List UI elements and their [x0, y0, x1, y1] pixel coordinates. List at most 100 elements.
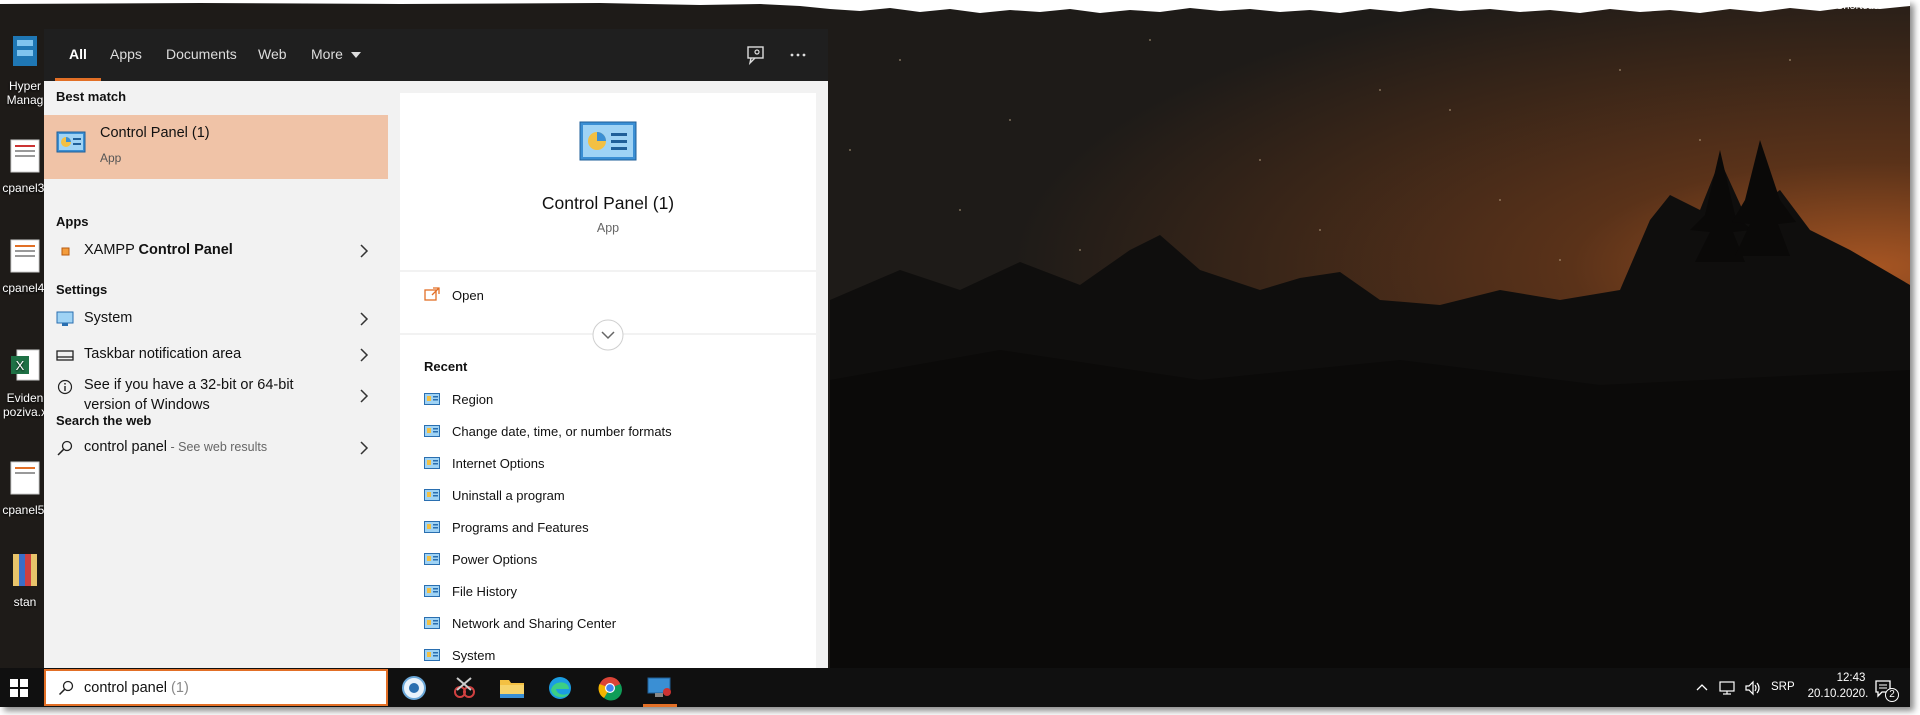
feedback-icon[interactable]: [744, 43, 768, 67]
web-heading: Search the web: [56, 413, 152, 428]
recent-item[interactable]: Region: [424, 389, 804, 415]
chevron-right-icon[interactable]: [358, 312, 370, 326]
tab-more-label: More: [311, 46, 343, 62]
recent-item[interactable]: Programs and Features: [424, 517, 804, 543]
search-icon: [57, 440, 73, 456]
control-panel-icon: [424, 521, 440, 533]
media-player-icon[interactable]: [399, 674, 429, 702]
recent-item-label: Uninstall a program: [452, 488, 565, 503]
screenshot-file-icon: [10, 139, 40, 173]
archive-file-icon: [13, 554, 37, 586]
recent-item-label: Programs and Features: [452, 520, 589, 535]
best-match-item[interactable]: Control Panel (1) App: [44, 115, 388, 179]
desktop-icon-cpanel5[interactable]: cpanel5.: [0, 458, 50, 517]
tab-documents[interactable]: Documents: [166, 29, 237, 81]
desktop-icon-cpanel4[interactable]: cpanel4.: [0, 236, 50, 295]
chevron-right-icon[interactable]: [358, 244, 370, 258]
notification-count-badge: 2: [1885, 688, 1899, 702]
remote-desktop-icon[interactable]: [645, 674, 675, 702]
desktop-icon-hyperv-manager[interactable]: Hyper Manag: [0, 34, 50, 107]
control-panel-icon: [424, 393, 440, 405]
windows-start-icon[interactable]: [10, 679, 28, 697]
tab-more[interactable]: More: [311, 29, 361, 81]
desktop-shortcut-label[interactable]: Shortcut: [1836, 0, 1877, 12]
control-panel-icon: [424, 649, 440, 661]
divider: [400, 270, 816, 272]
settings-result-system[interactable]: System: [44, 302, 388, 336]
chevron-right-icon[interactable]: [358, 441, 370, 455]
recent-item-label: File History: [452, 584, 518, 599]
control-panel-icon: [579, 121, 637, 161]
desktop-icon-label: poziva.x: [2, 405, 48, 419]
tab-all[interactable]: All: [55, 29, 101, 81]
recent-item[interactable]: Power Options: [424, 549, 804, 575]
open-icon: [424, 287, 440, 301]
settings-result-label: Taskbar notification area: [84, 346, 242, 362]
recent-item-label: Change date, time, or number formats: [452, 424, 672, 439]
network-icon[interactable]: [1718, 680, 1736, 696]
clock-time[interactable]: 12:43: [1821, 672, 1881, 684]
desktop-icon-label: Eviden: [6, 391, 44, 405]
chevron-right-icon[interactable]: [358, 389, 370, 403]
desktop-icon-cpanel3[interactable]: cpanel3.: [0, 136, 50, 195]
control-panel-icon: [56, 131, 86, 153]
desktop-icon-excel[interactable]: X Eviden poziva.x: [0, 346, 50, 419]
settings-result-taskbar[interactable]: Taskbar notification area: [44, 338, 388, 372]
file-explorer-icon[interactable]: [497, 674, 527, 702]
recent-item[interactable]: Network and Sharing Center: [424, 613, 804, 639]
recent-item-label: Power Options: [452, 552, 538, 567]
web-result-label: control panel - See web results: [84, 439, 267, 455]
expand-chevron-icon[interactable]: [592, 319, 624, 351]
app-result-label: XAMPP Control Panel: [84, 242, 233, 258]
search-filter-bar: All Apps Documents Web More: [44, 29, 828, 81]
tab-apps[interactable]: Apps: [110, 29, 142, 81]
recent-item-label: System: [452, 648, 496, 663]
info-icon: [57, 379, 73, 395]
recent-item[interactable]: Uninstall a program: [424, 485, 804, 511]
edge-icon[interactable]: [545, 674, 575, 702]
apps-heading: Apps: [56, 214, 89, 229]
snipping-tool-icon[interactable]: [449, 674, 479, 702]
ellipsis-icon[interactable]: [786, 43, 810, 67]
chrome-icon[interactable]: [595, 674, 625, 702]
recent-item-label: Region: [452, 392, 494, 407]
app-result-prefix: XAMPP: [84, 242, 139, 258]
chevron-right-icon[interactable]: [358, 348, 370, 362]
control-panel-icon: [424, 553, 440, 565]
best-match-title: Control Panel (1): [100, 125, 210, 141]
control-panel-icon: [424, 425, 440, 437]
detail-subtitle: App: [596, 221, 620, 235]
recent-item[interactable]: File History: [424, 581, 804, 607]
active-app-indicator: [643, 704, 677, 707]
results-list: Best match Control Panel (1) App Apps XA…: [44, 81, 388, 669]
app-result-xampp[interactable]: XAMPP Control Panel: [44, 234, 388, 268]
recent-item[interactable]: Internet Options: [424, 453, 804, 479]
control-panel-icon: [424, 457, 440, 469]
tab-web[interactable]: Web: [258, 29, 287, 81]
search-input-hint: (1): [167, 680, 189, 696]
recent-item[interactable]: Change date, time, or number formats: [424, 421, 804, 447]
volume-icon[interactable]: [1744, 680, 1762, 696]
screenshot-file-icon: [10, 461, 40, 495]
show-hidden-icons-icon[interactable]: [1696, 682, 1708, 692]
settings-result-label-line2: version of Windows: [84, 397, 210, 413]
language-indicator[interactable]: SRP: [1771, 681, 1795, 693]
taskbar-search-box[interactable]: control panel (1): [44, 669, 388, 706]
taskbar: control panel (1) SRP 12:43 20.10.2020. …: [0, 668, 1910, 707]
open-action[interactable]: Open: [400, 281, 816, 311]
clock-date[interactable]: 20.10.2020.: [1800, 688, 1876, 700]
web-result[interactable]: control panel - See web results: [44, 431, 388, 465]
desktop-icon-label: cpanel3.: [2, 181, 48, 195]
desktop-icon-archive[interactable]: stan: [0, 550, 50, 609]
excel-file-icon: X: [11, 349, 40, 381]
control-panel-icon: [424, 489, 440, 501]
xampp-icon: [61, 247, 70, 256]
recent-item-label: Internet Options: [452, 456, 545, 471]
recent-heading: Recent: [424, 359, 468, 374]
screenshot-file-icon: [10, 239, 40, 273]
detail-title: Control Panel (1): [541, 193, 675, 213]
torn-paper-edge: [0, 0, 1910, 13]
search-input[interactable]: control panel (1): [84, 680, 189, 696]
search-icon: [58, 680, 74, 696]
web-result-query: control panel: [84, 439, 168, 455]
